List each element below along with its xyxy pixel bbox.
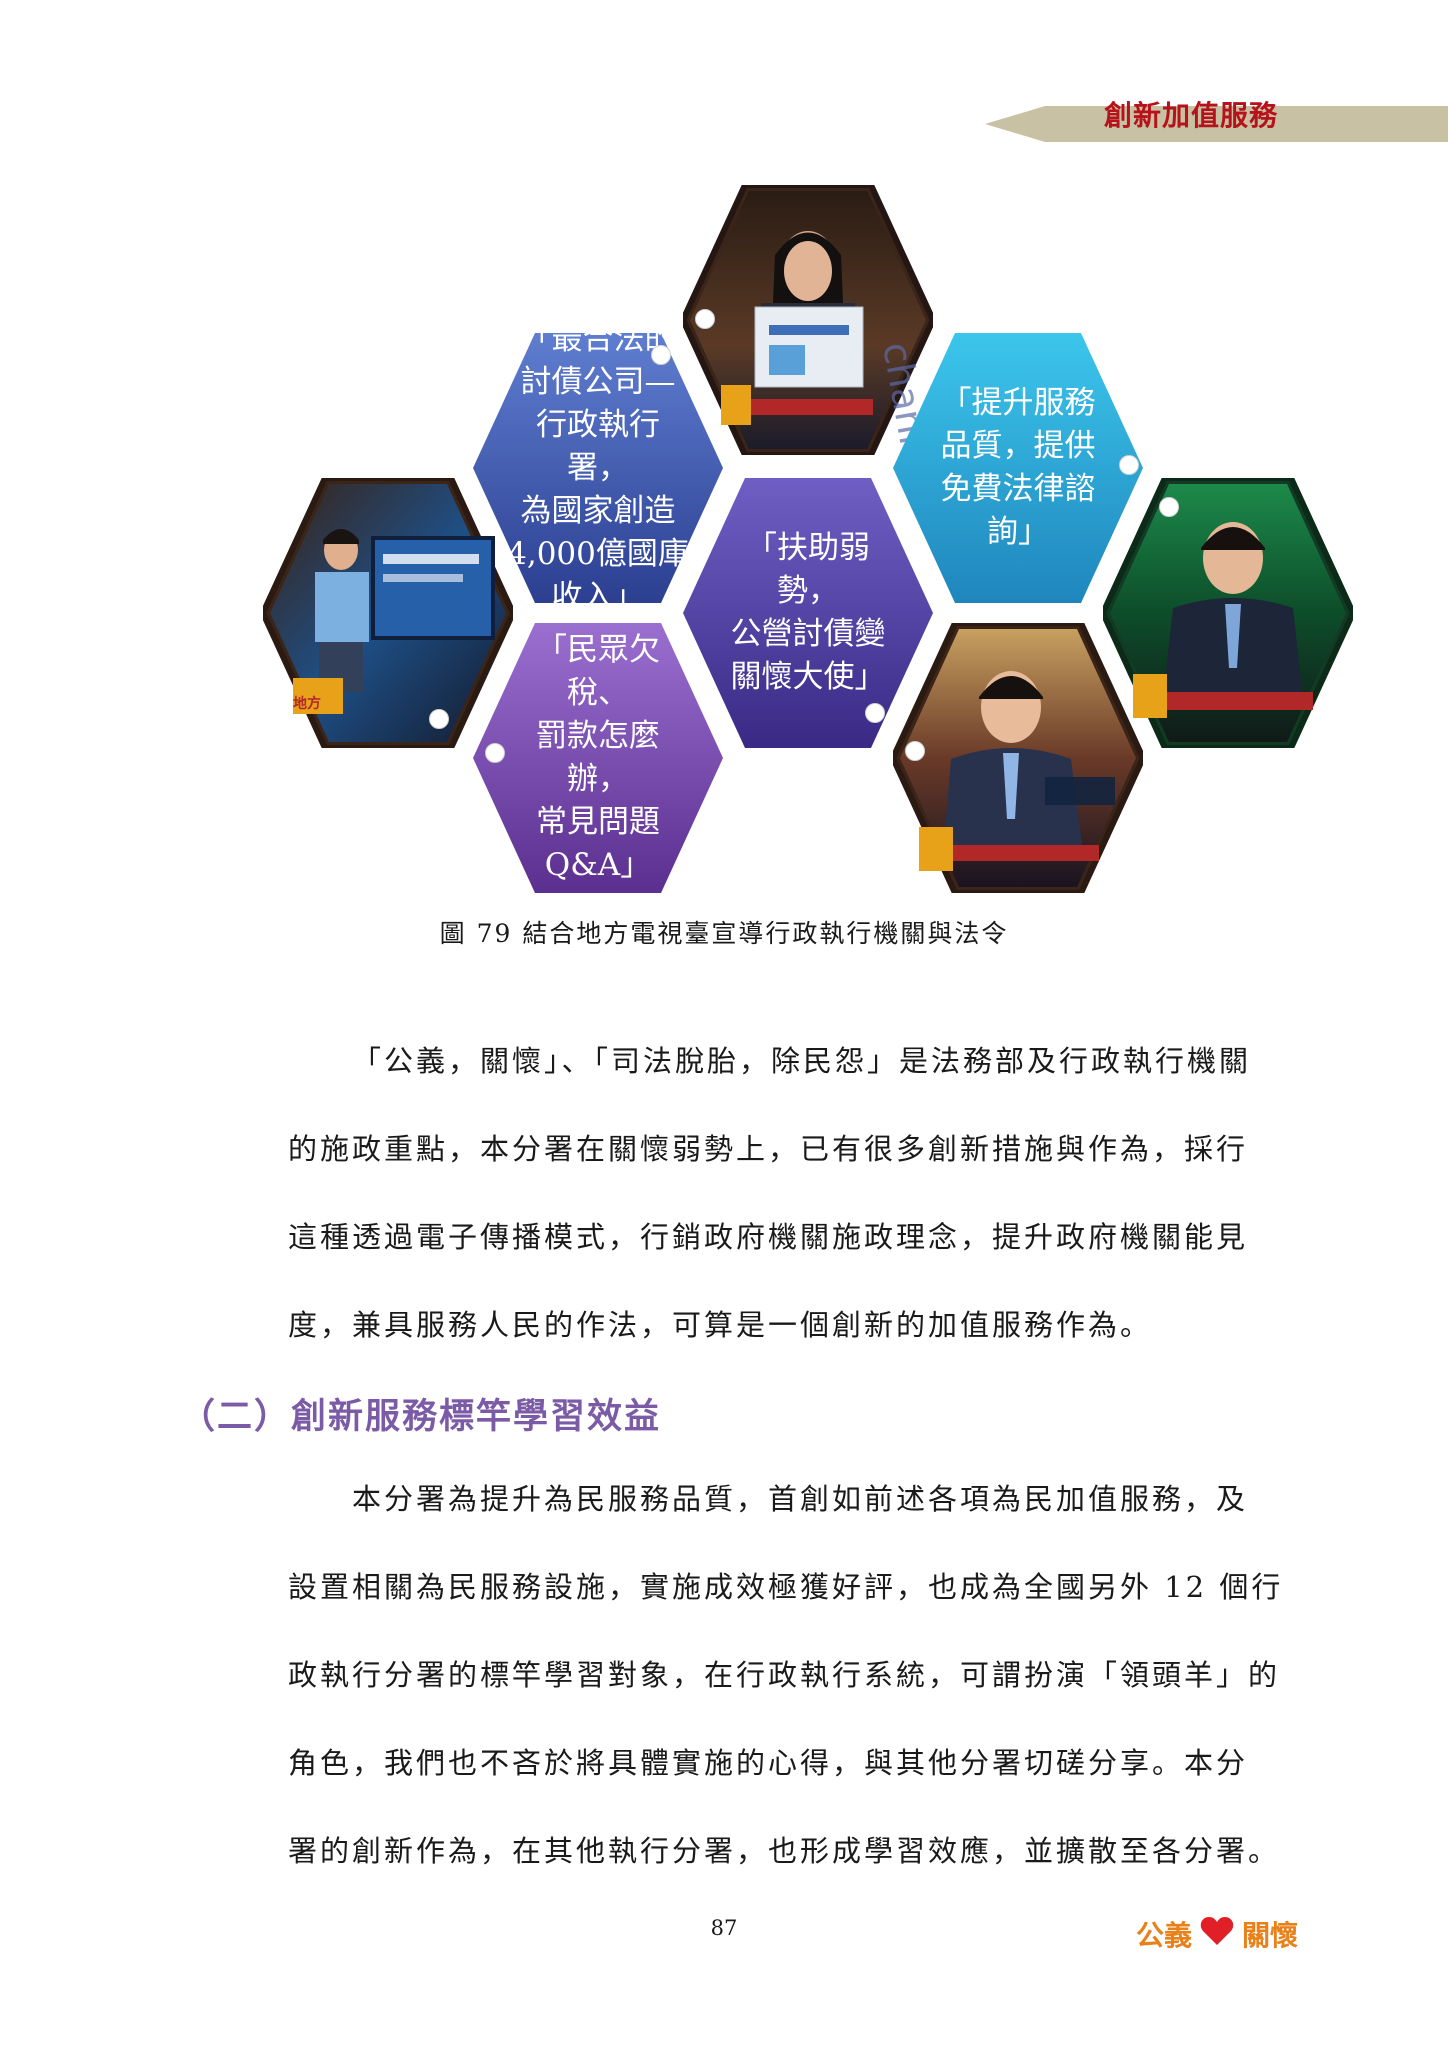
collage-dot — [865, 703, 885, 723]
collage-dot — [1159, 497, 1179, 517]
body-paragraph-1: 「公義，關懷」、「司法脫胎，除民怨」是法務部及行政執行機關 的施政重點，本分署在… — [288, 1017, 1308, 1369]
heart-icon — [1200, 1916, 1234, 1953]
body-paragraph-2: 本分署為提升為民服務品質，首創如前述各項為民加值服務，及 設置相關為民服務設施，… — [288, 1455, 1308, 1895]
footer-brand: 公義 關懷 — [1136, 1914, 1298, 1954]
paragraph-line: 這種透過電子傳播模式，行銷政府機關施政理念，提升政府機關能見 — [288, 1220, 1249, 1254]
paragraph-line: 本分署為提升為民服務品質，首創如前述各項為民加值服務，及 — [352, 1482, 1249, 1516]
svg-text:地方: 地方 — [293, 695, 321, 712]
brand-left-text: 公義 — [1136, 1919, 1193, 1952]
paragraph-line: 政執行分署的標竿學習對象，在行政執行系統，可謂扮演「領頭羊」的 — [288, 1658, 1281, 1692]
collage-dot — [485, 743, 505, 763]
figure-caption: 圖 79 結合地方電視臺宣導行政執行機關與法令 — [439, 919, 1009, 948]
collage-dot — [1119, 455, 1139, 475]
paragraph-line: 度，兼具服務人民的作法，可算是一個創新的加值服務作為。 — [288, 1308, 1153, 1342]
tv-photo-official-interview — [893, 623, 1143, 893]
paragraph-line: 設置相關為民服務設施，實施成效極獲好評，也成為全國另外 12 個行 — [288, 1570, 1284, 1604]
hexagon-collage-figure: channel 4 「最合法的 討債公司— 行政執行署， 為國家創造 4,000… — [255, 185, 1355, 895]
collage-dot — [905, 741, 925, 761]
collage-dot — [651, 345, 671, 365]
hexagon-faq: 「民眾欠稅、 罰款怎麼辦， 常見問題Q&A」 — [473, 623, 723, 893]
collage-dot — [429, 709, 449, 729]
collage-dot — [695, 309, 715, 329]
paragraph-line: 署的創新作為，在其他執行分署，也形成學習效應，並擴散至各分署。 — [288, 1834, 1281, 1868]
brand-right-text: 關懷 — [1242, 1919, 1299, 1952]
paragraph-line: 角色，我們也不吝於將具體實施的心得，與其他分署切磋分享。本分 — [288, 1746, 1249, 1780]
header-title: 創新加值服務 — [1104, 99, 1279, 132]
section-heading: （二）創新服務標竿學習效益 — [180, 1397, 662, 1437]
hexagon-text: 「民眾欠稅、 罰款怎麼辦， 常見問題Q&A」 — [536, 632, 660, 883]
paragraph-line: 的施政重點，本分署在關懷弱勢上，已有很多創新措施與作為，採行 — [288, 1132, 1249, 1166]
paragraph-line: 「公義，關懷」、「司法脫胎，除民怨」是法務部及行政執行機關 — [352, 1044, 1252, 1078]
